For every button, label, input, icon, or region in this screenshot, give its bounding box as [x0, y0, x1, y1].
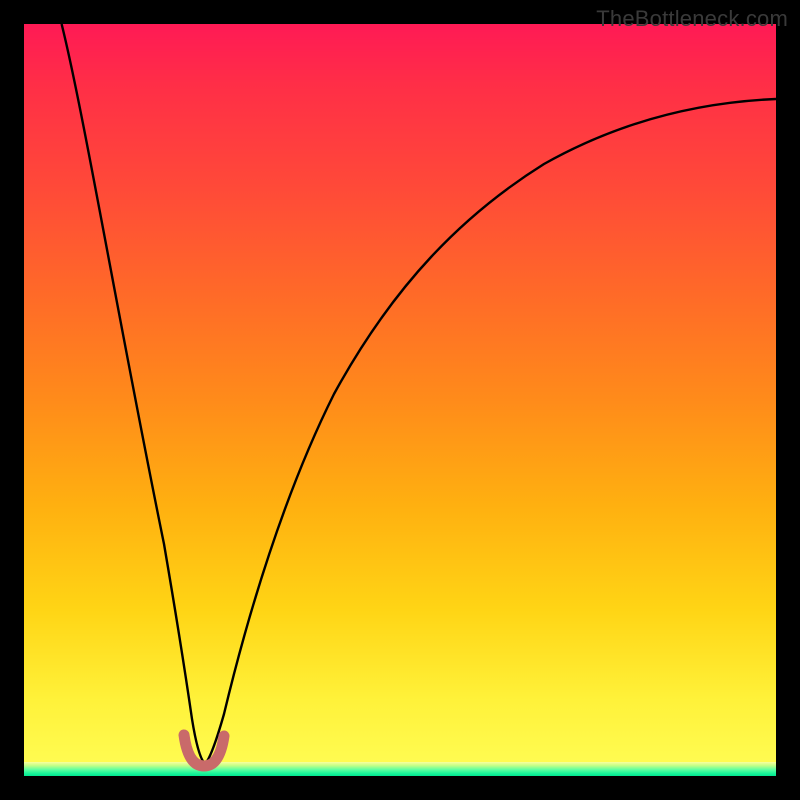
watermark-text: TheBottleneck.com: [596, 6, 788, 32]
bottleneck-curve: [62, 24, 776, 764]
chart-frame: TheBottleneck.com: [0, 0, 800, 800]
plot-area: [24, 24, 776, 776]
min-marker: [184, 735, 224, 766]
curve-layer: [24, 24, 776, 776]
